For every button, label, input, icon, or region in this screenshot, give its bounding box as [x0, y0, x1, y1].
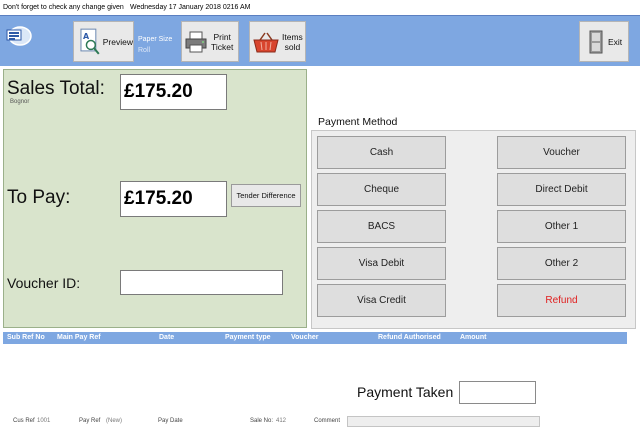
pay-ref-label: Pay Ref [79, 418, 101, 424]
print-label-line1: Print [213, 31, 231, 42]
col-voucher[interactable]: Voucher [291, 334, 319, 341]
col-main-pay-ref[interactable]: Main Pay Ref [57, 334, 101, 341]
payments-grid-header: Sub Ref No Main Pay Ref Date Payment typ… [3, 332, 627, 344]
print-label-line2: Ticket [211, 41, 234, 52]
cus-ref-value: 1001 [37, 418, 51, 424]
voucher-button[interactable]: Voucher [497, 136, 626, 169]
exit-button[interactable]: Exit [579, 21, 629, 62]
comment-label: Comment [314, 418, 341, 424]
toolbar: A Preview Paper Size Roll Print Ticket I… [0, 15, 640, 66]
comment-input[interactable] [347, 416, 540, 427]
col-sub-ref-no[interactable]: Sub Ref No [7, 334, 45, 341]
sales-panel: Sales Total: £175.20 Bognor To Pay: £175… [3, 69, 307, 328]
items-sold-label: Items sold [282, 32, 303, 52]
sale-no-value: 412 [276, 418, 287, 424]
preview-label: Preview [102, 36, 133, 47]
col-date[interactable]: Date [159, 334, 174, 341]
direct-debit-button[interactable]: Direct Debit [497, 173, 626, 206]
paper-size-label: Paper Size [138, 36, 173, 43]
print-ticket-label: Print Ticket [211, 32, 233, 52]
payment-taken-label: Payment Taken [357, 384, 454, 400]
col-amount[interactable]: Amount [460, 334, 486, 341]
pay-date-label: Pay Date [158, 418, 183, 424]
app-logo-icon [6, 26, 32, 46]
change-reminder-text: Don't forget to check any change given [3, 4, 124, 11]
visa-debit-button[interactable]: Visa Debit [317, 247, 446, 280]
exit-door-icon [589, 30, 603, 53]
col-refund-authorised[interactable]: Refund Authorised [378, 334, 441, 341]
payment-method-panel: Cash Cheque BACS Visa Debit Visa Credit … [311, 130, 636, 329]
payment-method-title: Payment Method [318, 116, 398, 128]
cash-button[interactable]: Cash [317, 136, 446, 169]
printer-icon [185, 31, 207, 52]
datetime-text: Wednesday 17 January 2018 0216 AM [130, 4, 251, 11]
voucher-id-input[interactable] [120, 270, 283, 295]
exit-label: Exit [608, 36, 623, 47]
payment-window: Don't forget to check any change given W… [0, 0, 640, 437]
to-pay-label: To Pay: [7, 187, 71, 208]
pay-ref-value: (New) [106, 418, 122, 424]
sale-no-label: Sale No: [250, 418, 274, 424]
cheque-button[interactable]: Cheque [317, 173, 446, 206]
cus-ref-label: Cus Ref [13, 418, 35, 424]
tender-difference-button[interactable]: Tender Difference [231, 184, 301, 207]
branch-name: Bognor [10, 99, 30, 105]
items-label-line1: Items [282, 31, 303, 42]
refund-button[interactable]: Refund [497, 284, 626, 317]
title-bar: Don't forget to check any change given W… [0, 0, 640, 15]
preview-button[interactable]: A Preview [73, 21, 134, 62]
other-2-button[interactable]: Other 2 [497, 247, 626, 280]
sales-total-field: £175.20 [120, 74, 227, 110]
sales-total-label: Sales Total: [7, 78, 105, 99]
preview-icon: A [80, 28, 100, 55]
paper-size-info: Paper Size Roll [138, 34, 172, 56]
other-1-button[interactable]: Other 1 [497, 210, 626, 243]
bacs-button[interactable]: BACS [317, 210, 446, 243]
footer-info: Cus Ref 1001 Pay Ref (New) Pay Date Sale… [0, 414, 640, 430]
voucher-id-label: Voucher ID: [7, 275, 81, 291]
payment-taken-input[interactable] [459, 381, 536, 404]
to-pay-field[interactable]: £175.20 [120, 181, 227, 217]
items-label-line2: sold [284, 41, 301, 52]
paper-size-value: Roll [138, 47, 151, 54]
svg-text:A: A [83, 32, 90, 41]
print-ticket-button[interactable]: Print Ticket [181, 21, 239, 62]
shopping-basket-icon [253, 32, 279, 52]
visa-credit-button[interactable]: Visa Credit [317, 284, 446, 317]
items-sold-button[interactable]: Items sold [249, 21, 306, 62]
col-payment-type[interactable]: Payment type [225, 334, 271, 341]
